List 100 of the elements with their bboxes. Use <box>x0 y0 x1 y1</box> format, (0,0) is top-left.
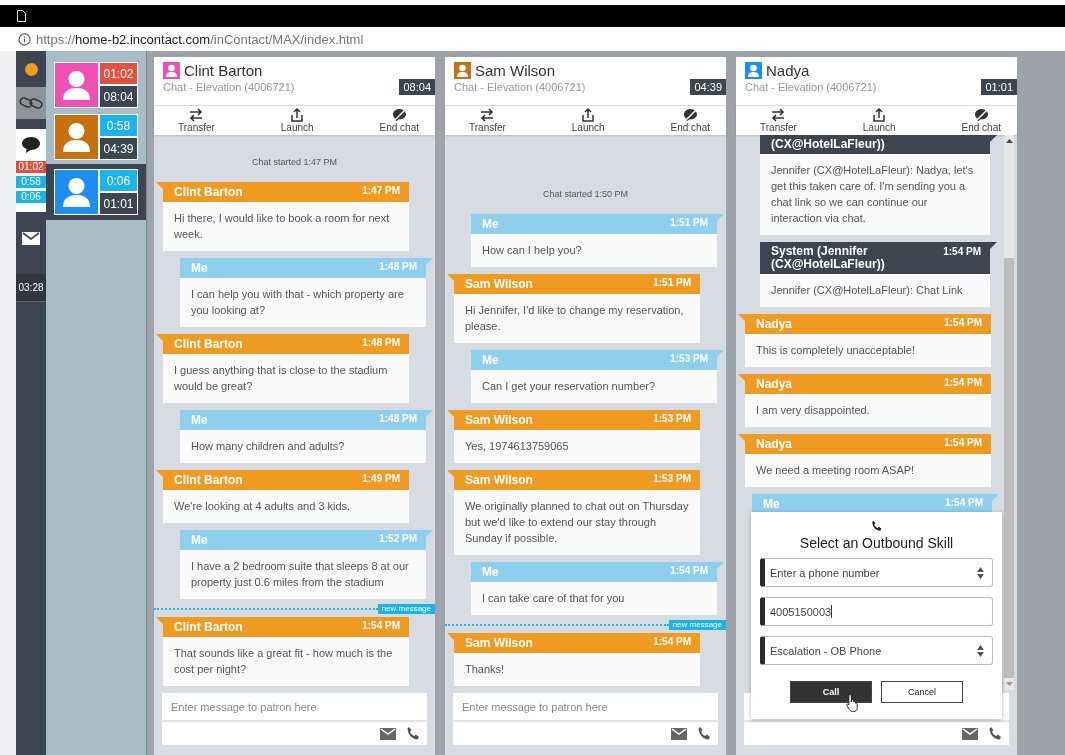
contact-card[interactable]: 0:06 01:01 <box>54 169 138 215</box>
contact-row[interactable]: 0:58 04:39 <box>46 112 146 164</box>
message-sender: (CX@HotelLaFleur)) <box>771 138 885 151</box>
contact-timer: 0:58 <box>100 115 137 136</box>
chat-skill: Chat - Elevation (4006721) <box>163 81 295 93</box>
message-text: Hi there, I would like to book a room for next week. <box>174 212 390 240</box>
message-sender: Me <box>191 261 208 275</box>
launch-button[interactable]: Launch <box>858 106 900 135</box>
message-input-placeholder[interactable]: Enter message to patron here <box>171 700 317 713</box>
message-sender: Sam Wilson <box>465 277 533 291</box>
end-chat-button[interactable]: End chat <box>375 106 423 135</box>
dropdown-field[interactable]: Escalation - OB Phone <box>760 636 993 665</box>
message-sender: Me <box>763 497 780 511</box>
contact-total-time: 04:39 <box>100 138 137 159</box>
message-text: How many children and adults? <box>191 440 345 452</box>
message-time: 1:51 PM <box>670 217 708 228</box>
message-composer[interactable]: Enter message to patron here <box>453 693 718 745</box>
message-time: 1:51 PM <box>653 277 691 288</box>
message-time: 1:48 PM <box>362 337 400 348</box>
message-text: I can take care of that for you <box>482 592 625 604</box>
end-chat-button[interactable]: End chat <box>666 106 714 135</box>
message-sender: System (Jennifer (CX@HotelLaFleur)) <box>771 245 886 271</box>
message-sender: Sam Wilson <box>465 473 533 487</box>
message-sender: Sam Wilson <box>465 636 533 650</box>
message-text: Jennifer (CX@HotelLaFleur): Nadya, let's get this taken care of. I'm sending you a chat link so we can continue our interaction via chat. <box>771 164 974 224</box>
message-composer[interactable]: Enter message to patron here <box>162 693 427 745</box>
message-sender: Clint Barton <box>174 337 243 351</box>
chat-timer: 01:02 <box>16 161 46 173</box>
transfer-button[interactable]: Transfer <box>756 106 801 135</box>
message-time: 1:53 PM <box>653 473 691 484</box>
message-text: Thanks! <box>465 663 505 675</box>
message-time: 1:47 PM <box>362 185 400 196</box>
contact-card[interactable]: 0:58 04:39 <box>54 114 138 160</box>
chat-timer: 0:58 <box>16 176 46 188</box>
call-button[interactable]: Call <box>790 681 872 703</box>
message-text: Can I get your reservation number? <box>482 380 656 392</box>
message-sender: Sam Wilson <box>465 413 533 427</box>
end-chat-button[interactable]: End chat <box>957 106 1005 135</box>
message-time: 1:54 PM <box>670 565 708 576</box>
message-sender: Me <box>482 353 499 367</box>
chat-skill: Chat - Elevation (4006721) <box>454 81 586 93</box>
transfer-button[interactable]: Transfer <box>174 106 219 135</box>
chat-started-notice: Chat started 1:47 PM <box>251 157 337 167</box>
message-sender: Clint Barton <box>174 473 243 487</box>
message-text: We're looking at 4 adults and 3 kids. <box>174 500 351 512</box>
message-time: 1:54 PM <box>944 317 982 328</box>
message-text: I have a 2 bedroom suite that sleeps 8 at our property just 0.6 miles from the stadium <box>191 560 409 588</box>
message-time: 1:53 PM <box>670 353 708 364</box>
new-message-tag: new message <box>377 604 435 614</box>
message-time: 1:52 PM <box>379 533 417 544</box>
message-time: 1:54 PM <box>945 497 983 508</box>
message-text: Hi Jennifer, I'd like to change my reservation, please. <box>465 304 684 332</box>
message-sender: Clint Barton <box>174 185 243 199</box>
message-text: That sounds like a great fit - how much is the cost per night? <box>174 647 393 675</box>
contact-name: Sam Wilson <box>475 62 556 79</box>
message-sender: Nadya <box>756 437 793 451</box>
message-text: We need a meeting room ASAP! <box>756 464 915 476</box>
message-time: 1:54 PM <box>944 377 982 388</box>
elapsed-time: 08:04 <box>399 79 435 95</box>
contact-timer: 0:06 <box>100 170 137 191</box>
transfer-button[interactable]: Transfer <box>465 106 510 135</box>
elapsed-time: 04:39 <box>690 79 726 95</box>
message-input-placeholder[interactable]: Enter message to patron here <box>462 700 608 713</box>
launch-button[interactable]: Launch <box>276 106 318 135</box>
message-time: 1:54 PM <box>653 636 691 647</box>
message-time: 1:54 PM <box>362 620 400 631</box>
cancel-button[interactable]: Cancel <box>881 681 963 703</box>
chat-skill: Chat - Elevation (4006721) <box>745 81 877 93</box>
contact-total-time: 08:04 <box>100 86 137 107</box>
chat-timer: 0:06 <box>16 191 46 203</box>
chat-started-notice: Chat started 1:50 PM <box>542 189 628 199</box>
contact-name: Nadya <box>766 62 810 79</box>
message-text: How can I help you? <box>482 244 582 256</box>
contact-timer: 01:02 <box>100 63 137 84</box>
message-text: This is completely unacceptable! <box>756 344 915 356</box>
message-text: Jennifer (CX@HotelLaFleur): Chat Link <box>771 284 963 296</box>
message-time: 1:54 PM <box>944 437 982 448</box>
dialog-title: Select an Outbound Skill <box>799 535 954 551</box>
message-sender: Me <box>482 217 499 231</box>
elapsed-time: 01:01 <box>981 79 1017 95</box>
contact-card[interactable]: 01:02 08:04 <box>54 62 138 108</box>
address-url[interactable]: https://home-b2.incontact.com/inContact/MAX/index.html <box>36 31 364 47</box>
message-text: Yes, 1974613759065 <box>465 440 569 452</box>
message-sender: Clint Barton <box>174 620 243 634</box>
contact-row[interactable]: 0:06 01:01 <box>46 164 146 220</box>
message-time: 1:49 PM <box>362 473 400 484</box>
message-text: I can help you with that - which property are you looking at? <box>191 288 404 316</box>
input-field[interactable]: 4005150003 <box>760 597 993 626</box>
email-timer: 03:28 <box>16 274 46 302</box>
message-sender: Me <box>482 565 499 579</box>
message-sender: Nadya <box>756 317 793 331</box>
message-sender: Nadya <box>756 377 793 391</box>
launch-button[interactable]: Launch <box>567 106 609 135</box>
message-text: We originally planned to chat out on Thursday but we'd like to extend our stay through Sunday if possible. <box>465 500 689 544</box>
dropdown-field[interactable]: Enter a phone number <box>760 558 993 587</box>
contact-row[interactable]: 01:02 08:04 <box>46 60 146 112</box>
contact-total-time: 01:01 <box>100 193 137 214</box>
message-time: 1:53 PM <box>653 413 691 424</box>
message-time: 1:48 PM <box>379 413 417 424</box>
message-text: I am very disappointed. <box>756 404 870 416</box>
